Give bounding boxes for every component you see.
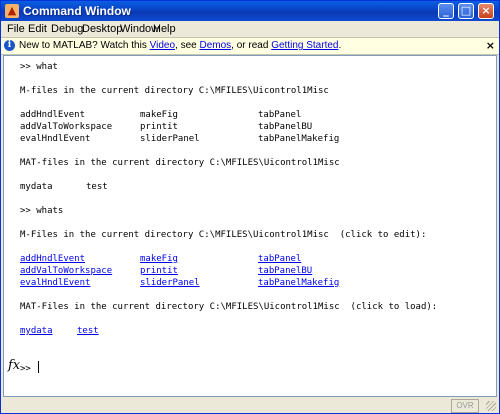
maximize-button[interactable]: □ <box>458 3 474 19</box>
notice-text: New to MATLAB? Watch this Video, see Dem… <box>19 39 341 52</box>
command-line: >> whats <box>20 206 64 216</box>
demos-link[interactable]: Demos <box>199 40 231 51</box>
menu-desktop[interactable]: Desktop <box>82 22 122 36</box>
matfiles-header: MAT-Files in the current directory C:\MF… <box>20 302 438 312</box>
command-window: ▲ Command Window _ □ × File Edit Debug D… <box>0 0 500 414</box>
text-cursor <box>38 361 40 373</box>
console-area[interactable]: >> what M-files in the current directory… <box>3 55 497 397</box>
close-button[interactable]: × <box>478 3 494 19</box>
mfile-link[interactable]: tabPanelBU <box>258 266 312 277</box>
mfile-name: makeFig <box>140 110 178 120</box>
menu-edit[interactable]: Edit <box>28 22 47 36</box>
resize-grip-icon[interactable] <box>486 401 496 411</box>
video-link[interactable]: Video <box>150 40 175 51</box>
info-icon: i <box>4 40 15 51</box>
mfile-name: printit <box>140 122 178 132</box>
ovr-indicator: OVR <box>451 399 479 413</box>
status-bar: OVR <box>1 397 499 413</box>
mfiles-header: M-Files in the current directory C:\MFIL… <box>20 230 427 240</box>
mfile-name: addHndlEvent <box>20 110 86 120</box>
mfile-name: tabPanel <box>258 110 302 120</box>
menu-debug[interactable]: Debug <box>51 22 83 36</box>
mfile-link[interactable]: evalHndlEvent <box>20 278 90 289</box>
getting-started-link[interactable]: Getting Started <box>271 40 338 51</box>
mfile-link[interactable]: tabPanelMakefig <box>258 278 339 289</box>
matfile-link[interactable]: mydata <box>20 326 53 337</box>
command-line: >> what <box>20 62 58 72</box>
mfile-name: tabPanelMakefig <box>258 134 340 144</box>
notice-close-icon[interactable]: × <box>486 39 495 52</box>
prompt-symbol: >> <box>20 364 37 374</box>
command-prompt[interactable]: >> <box>20 361 40 375</box>
mfile-name: tabPanelBU <box>258 122 313 132</box>
mfile-name: addValToWorkspace <box>20 122 113 132</box>
window-title: Command Window <box>23 4 131 18</box>
menu-file[interactable]: File <box>7 22 25 36</box>
title-bar[interactable]: ▲ Command Window _ □ × <box>1 1 499 21</box>
menu-help[interactable]: Help <box>153 22 176 36</box>
mfile-link[interactable]: sliderPanel <box>140 278 200 289</box>
info-notice-bar: i New to MATLAB? Watch this Video, see D… <box>1 37 499 55</box>
notice-suffix: . <box>338 40 342 51</box>
matfile-link[interactable]: test <box>77 326 99 337</box>
notice-prefix: New to MATLAB? Watch this <box>19 40 150 51</box>
mfile-link[interactable]: printit <box>140 266 178 277</box>
mfile-name: evalHndlEvent <box>20 134 91 144</box>
matlab-icon: ▲ <box>5 4 19 18</box>
minimize-button[interactable]: _ <box>438 3 454 19</box>
function-browser-icon[interactable]: fx <box>8 358 20 373</box>
matfile-name: test <box>86 182 108 192</box>
mfile-link[interactable]: tabPanel <box>258 254 301 265</box>
notice-mid2: , or read <box>231 40 272 51</box>
mfiles-header: M-files in the current directory C:\MFIL… <box>20 86 329 96</box>
mfile-link[interactable]: addValToWorkspace <box>20 266 112 277</box>
mfile-link[interactable]: addHndlEvent <box>20 254 85 265</box>
menu-bar: File Edit Debug Desktop Window Help <box>1 21 499 37</box>
mfile-name: sliderPanel <box>140 134 200 144</box>
mfile-link[interactable]: makeFig <box>140 254 178 265</box>
matfile-name: mydata <box>20 182 53 192</box>
matfiles-header: MAT-files in the current directory C:\MF… <box>20 158 340 168</box>
notice-mid1: , see <box>175 40 200 51</box>
